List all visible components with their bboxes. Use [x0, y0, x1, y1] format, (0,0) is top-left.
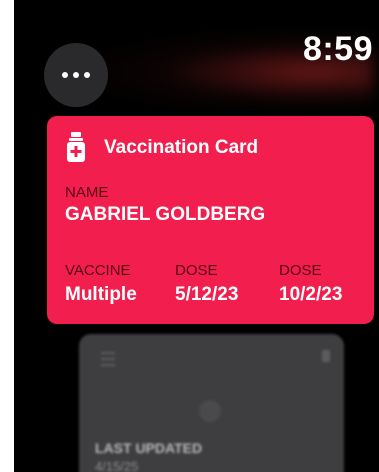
last-updated-value: 4/15/25 [95, 459, 139, 472]
watch-screen: 8:59 Vaccination Card NAME GABRIEL GOLDB… [14, 0, 379, 472]
vaccination-card[interactable]: Vaccination Card NAME GABRIEL GOLDBERG V… [47, 116, 374, 324]
more-options-button[interactable] [44, 43, 108, 107]
list-icon [101, 352, 115, 370]
card-title: Vaccination Card [104, 137, 259, 158]
name-label: NAME [65, 184, 109, 201]
heart-icon [199, 400, 221, 422]
status-time: 8:59 [302, 30, 373, 68]
last-updated-label: LAST UPDATED [95, 440, 203, 456]
ellipsis-icon [62, 72, 90, 78]
vaccine-vial-icon [67, 132, 85, 162]
lock-icon [322, 350, 330, 362]
name-value: GABRIEL GOLDBERG [65, 204, 266, 225]
dose-2-value: 10/2/23 [279, 284, 343, 305]
dose-1-label: DOSE [175, 262, 218, 279]
dose-1-value: 5/12/23 [175, 284, 239, 305]
dose-2-label: DOSE [279, 262, 322, 279]
vaccine-label: VACCINE [65, 262, 131, 279]
background-pass-card[interactable]: LAST UPDATED 4/15/25 [79, 334, 344, 472]
vaccine-value: Multiple [65, 284, 137, 305]
